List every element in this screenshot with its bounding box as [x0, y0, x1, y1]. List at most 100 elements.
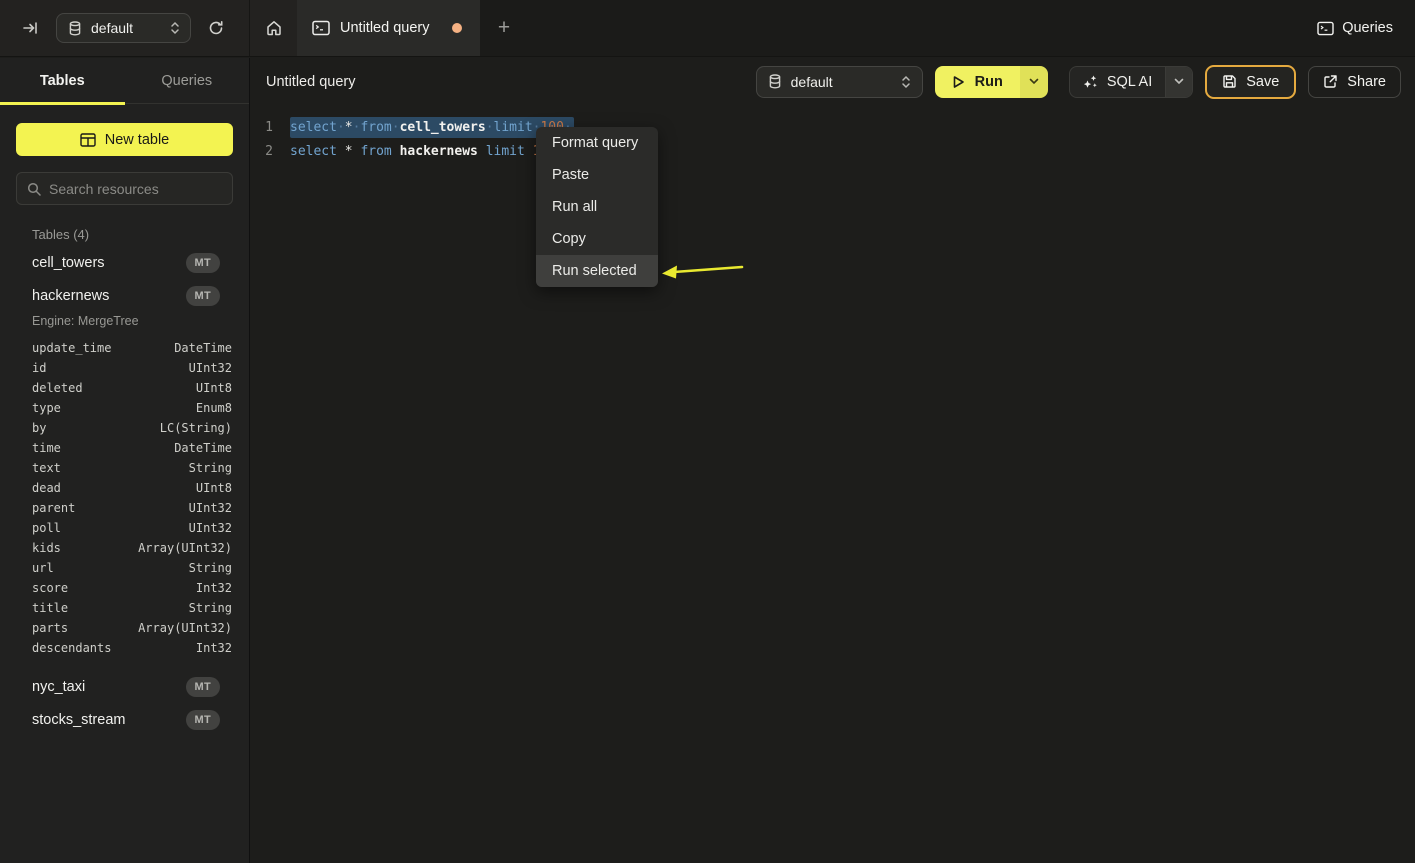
context-menu-item[interactable]: Format query	[536, 127, 658, 159]
new-table-label: New table	[105, 132, 169, 148]
column-name: time	[32, 441, 61, 455]
code-token: hackernews	[400, 144, 478, 159]
code-token	[525, 144, 533, 159]
refresh-button[interactable]	[208, 20, 224, 36]
code-token: limit	[486, 144, 525, 159]
run-button[interactable]: Run	[935, 66, 1020, 98]
table-item-nyc-taxi[interactable]: nyc_taxi MT	[0, 670, 249, 703]
sidebar-tab-queries[interactable]: Queries	[125, 58, 250, 103]
chevron-updown-icon	[170, 21, 180, 35]
code-token: select	[290, 120, 337, 135]
main-panel: Untitled query default	[251, 58, 1415, 863]
table-column-row: text String	[0, 458, 249, 478]
database-selector-value: default	[91, 20, 133, 36]
terminal-icon	[1317, 21, 1334, 36]
table-name: cell_towers	[32, 255, 105, 271]
column-name: parts	[32, 621, 68, 635]
table-name: stocks_stream	[32, 712, 125, 728]
sql-ai-options-caret[interactable]	[1165, 67, 1192, 97]
table-item-cell-towers[interactable]: cell_towers MT	[0, 246, 249, 279]
column-type: Array(UInt32)	[138, 621, 232, 635]
table-column-row: type Enum8	[0, 398, 249, 418]
tables-section-label: Tables (4)	[32, 227, 249, 242]
table-column-row: parent UInt32	[0, 498, 249, 518]
code-token: select	[290, 144, 337, 159]
search-resources-input[interactable]	[49, 181, 230, 197]
editor-context-menu: Format queryPasteRun allCopyRun selected	[536, 127, 658, 287]
queries-top-button[interactable]: Queries	[1317, 0, 1393, 56]
code-token: ·	[486, 120, 494, 135]
column-name: parent	[32, 501, 75, 515]
engine-badge: MT	[186, 253, 220, 273]
code-token: ·	[337, 120, 345, 135]
database-icon	[68, 21, 82, 36]
terminal-icon	[312, 20, 330, 36]
run-button-group: Run	[935, 66, 1048, 98]
database-selector-editor[interactable]: default	[756, 66, 923, 98]
context-menu-item[interactable]: Run selected	[536, 255, 658, 287]
share-button[interactable]: Share	[1308, 66, 1401, 98]
context-menu-item[interactable]: Run all	[536, 191, 658, 223]
context-menu-item[interactable]: Paste	[536, 159, 658, 191]
search-icon	[27, 182, 41, 196]
unsaved-dot	[452, 23, 462, 33]
column-type: UInt8	[196, 381, 232, 395]
home-button[interactable]	[250, 0, 297, 56]
run-options-caret[interactable]	[1020, 66, 1048, 98]
code-token: limit	[494, 120, 533, 135]
run-label: Run	[975, 74, 1003, 90]
engine-badge: MT	[186, 677, 220, 697]
column-name: type	[32, 401, 61, 415]
database-selector-value: default	[791, 74, 833, 90]
column-name: text	[32, 461, 61, 475]
column-name: id	[32, 361, 46, 375]
context-menu-item[interactable]: Copy	[536, 223, 658, 255]
code-token: ·	[392, 120, 400, 135]
column-type: String	[189, 601, 232, 615]
new-tab-button[interactable]: +	[480, 0, 528, 56]
chevron-down-icon	[1029, 78, 1039, 85]
column-name: kids	[32, 541, 61, 555]
engine-badge: MT	[186, 286, 220, 306]
column-type: UInt8	[196, 481, 232, 495]
database-icon	[768, 74, 782, 89]
share-label: Share	[1347, 74, 1386, 90]
code-token	[337, 144, 345, 159]
new-table-button[interactable]: New table	[16, 123, 233, 156]
engine-label: Engine: MergeTree	[0, 312, 249, 332]
sql-ai-button[interactable]: SQL AI	[1070, 67, 1165, 97]
column-name: poll	[32, 521, 61, 535]
editor-controls: default Run	[756, 65, 1401, 99]
column-name: descendants	[32, 641, 111, 655]
sidebar-tab-tables-label: Tables	[40, 73, 85, 89]
save-button[interactable]: Save	[1205, 65, 1296, 99]
table-column-row: title String	[0, 598, 249, 618]
code-token	[392, 144, 400, 159]
sidebar-tab-tables[interactable]: Tables	[0, 58, 125, 103]
table-column-row: deleted UInt8	[0, 378, 249, 398]
sidebar-tab-queries-label: Queries	[161, 73, 212, 89]
line-number: 2	[251, 140, 273, 164]
tab-untitled-query[interactable]: Untitled query	[297, 0, 480, 56]
column-type: String	[189, 461, 232, 475]
column-type: Enum8	[196, 401, 232, 415]
code-token: *	[345, 144, 353, 159]
play-icon	[952, 75, 965, 89]
chevron-updown-icon	[901, 75, 911, 89]
sql-editor[interactable]: 1 select·*·from·cell_towers·limit·100· 2…	[251, 105, 1415, 164]
column-type: LC(String)	[160, 421, 232, 435]
code-token: *	[345, 120, 353, 135]
top-bar-left: default	[0, 0, 250, 56]
save-icon	[1222, 74, 1237, 89]
database-selector-topbar[interactable]: default	[56, 13, 191, 43]
table-column-row: dead UInt8	[0, 478, 249, 498]
table-column-row: poll UInt32	[0, 518, 249, 538]
table-item-hackernews[interactable]: hackernews MT	[0, 279, 249, 312]
column-name: score	[32, 581, 68, 595]
code-text: select·*·from·cell_towers·limit·100·	[290, 116, 574, 140]
table-item-stocks-stream[interactable]: stocks_stream MT	[0, 703, 249, 736]
table-grid-icon	[80, 133, 96, 147]
table-column-row: parts Array(UInt32)	[0, 618, 249, 638]
code-line-2: 2 select * from hackernews limit 100	[251, 140, 1415, 164]
collapse-sidebar-button[interactable]	[22, 20, 38, 36]
